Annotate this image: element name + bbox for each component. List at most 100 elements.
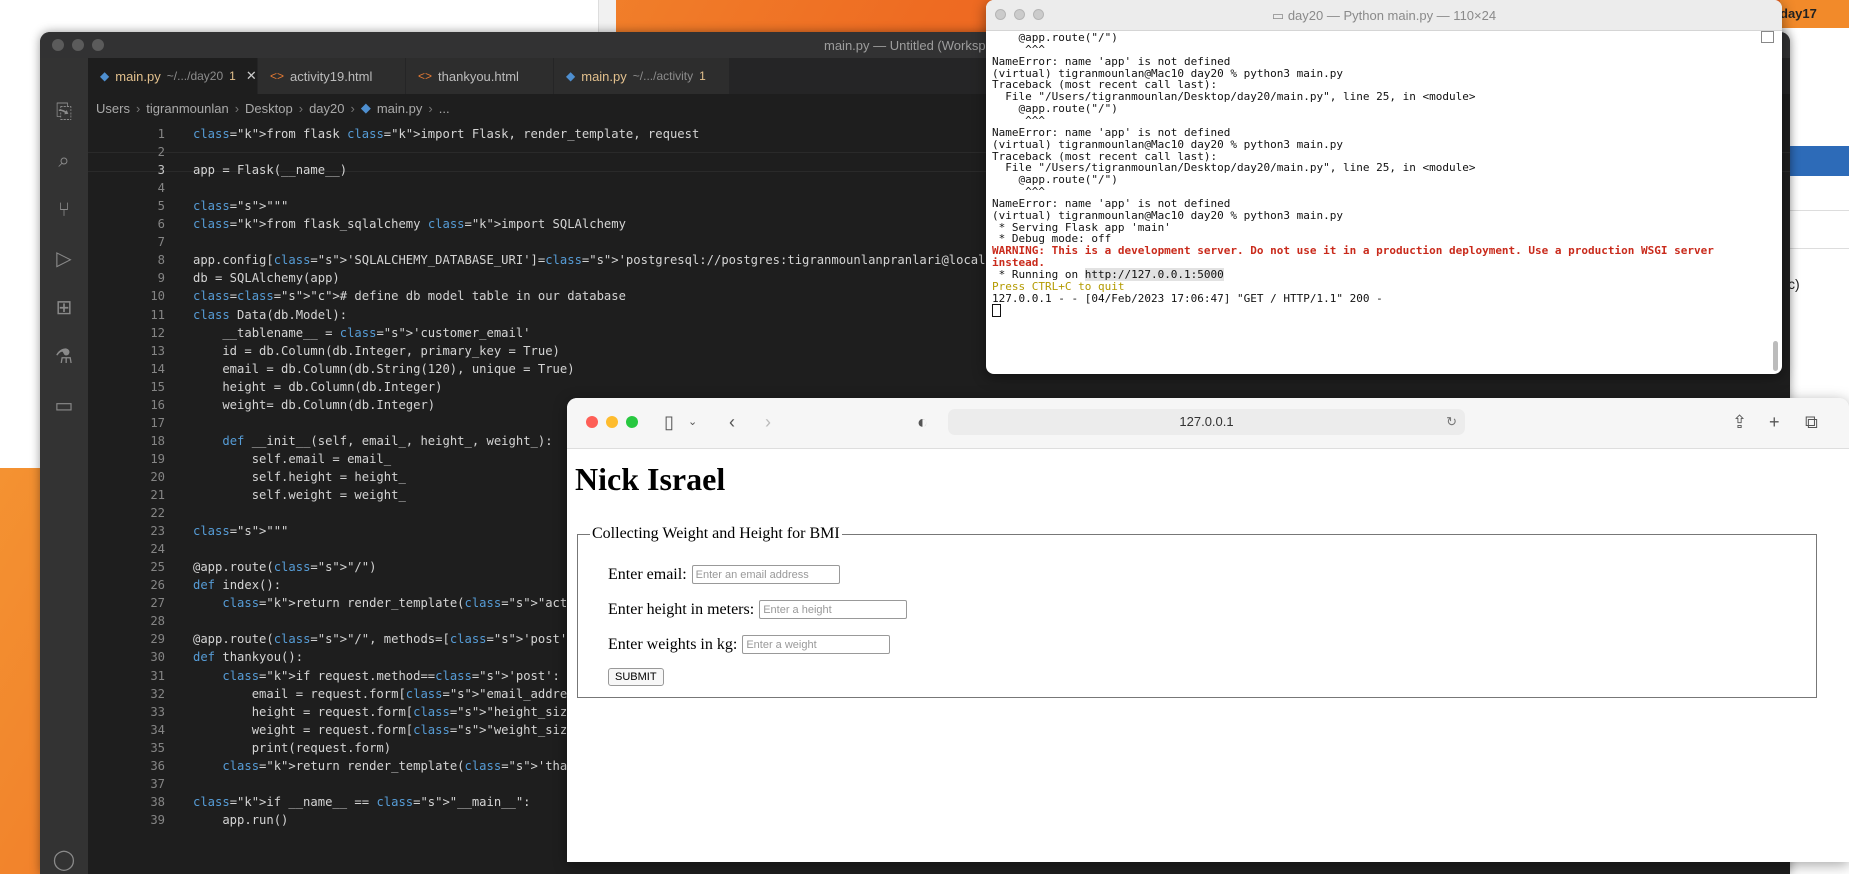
tab-main-py-activity[interactable]: ◆ main.py ~/.../activity 1 (554, 58, 730, 94)
line-number: 21 (150, 488, 165, 502)
explorer-icon[interactable]: ⎘ (52, 100, 76, 124)
close-window-button[interactable] (52, 39, 64, 51)
height-input[interactable] (759, 600, 908, 619)
code-line: email = request.form[class="s">"email_ad… (193, 686, 597, 701)
tab-label: thankyou.html (438, 68, 519, 84)
python-file-icon: ◆ (566, 69, 576, 83)
code-line: id = db.Column(db.Integer, primary_key =… (193, 343, 560, 358)
submit-button[interactable]: SUBMIT (608, 668, 664, 686)
page-title: Nick Israel (575, 461, 726, 497)
terminal-window: ▭ day20 — Python main.py — 110×24 @app.r… (986, 0, 1782, 374)
code-line: weight = request.form[class="s">"weight_… (193, 722, 590, 737)
line-number: 32 (150, 686, 165, 701)
breadcrumb-item[interactable]: ... (439, 101, 450, 116)
line-number: 27 (150, 596, 165, 611)
code-line: self.weight = weight_ (193, 488, 406, 502)
weight-label: Enter weights in kg: (608, 635, 738, 653)
testing-icon[interactable]: ⚗ (52, 345, 76, 369)
minimize-window-button[interactable] (606, 416, 618, 428)
terminal-title-text: day20 — Python main.py — 110×24 (1287, 8, 1497, 23)
code-line: app = Flask(__name__) (193, 163, 348, 178)
remote-explorer-icon[interactable]: ▭ (52, 394, 76, 418)
code-line: __tablename__ = class="s">'customer_emai… (193, 325, 531, 340)
chevron-down-icon[interactable]: ⌄ (688, 411, 697, 433)
sidebar-icon[interactable]: ▯ (664, 411, 674, 433)
line-number: 11 (150, 307, 165, 322)
divider (1780, 210, 1849, 211)
search-icon[interactable]: ⌕ (52, 149, 76, 173)
line-number: 24 (150, 542, 165, 557)
extensions-icon[interactable]: ⊞ (52, 296, 76, 320)
tab-thankyou-html[interactable]: <> thankyou.html (406, 58, 554, 94)
zoom-window-button[interactable] (92, 39, 104, 51)
line-number: 36 (150, 758, 165, 773)
breadcrumb-item[interactable]: tigranmounlan (146, 101, 228, 116)
forward-icon[interactable]: › (765, 411, 771, 433)
breadcrumb: Users › tigranmounlan › Desktop › day20 › ◆ … (96, 98, 450, 118)
web-page: Nick Israel Collecting Weight and Height… (567, 449, 1849, 862)
terminal-line: 127.0.0.1 - - [04/Feb/2023 17:06:47] "GE… (992, 292, 1383, 305)
line-number: 38 (150, 794, 165, 809)
tab-path: ~/.../day20 (166, 69, 224, 83)
line-number: 18 (150, 433, 165, 448)
source-control-icon[interactable]: ⑂ (52, 198, 76, 222)
minimize-window-button[interactable] (72, 39, 84, 51)
terminal-scrollbar[interactable] (1770, 36, 1780, 374)
run-debug-icon[interactable]: ▷ (52, 247, 76, 271)
tab-label: main.py (581, 68, 627, 84)
close-tab-icon[interactable]: ✕ (246, 68, 257, 84)
address-bar[interactable]: 127.0.0.1 ↻ (948, 409, 1465, 435)
back-icon[interactable]: ‹ (729, 411, 735, 433)
folder-icon: ▭ (1271, 8, 1288, 23)
zoom-window-button[interactable] (626, 416, 638, 428)
line-number: 35 (150, 740, 165, 755)
line-number: 33 (150, 704, 165, 719)
line-number: 4 (157, 181, 165, 196)
line-number: 17 (150, 415, 165, 430)
tab-label: activity19.html (290, 68, 373, 84)
breadcrumb-item[interactable]: day20 (309, 101, 344, 116)
code-line: app.run() (193, 812, 289, 827)
line-number: 7 (157, 235, 165, 250)
weight-input[interactable] (742, 635, 891, 654)
privacy-shield-icon[interactable]: ◐ (917, 411, 928, 433)
close-window-button[interactable] (586, 416, 598, 428)
new-tab-icon[interactable]: + (1769, 411, 1780, 433)
blue-banner (1790, 146, 1849, 176)
code-line: @app.route(class="s">"/", methods=[class… (193, 632, 582, 647)
line-number: 8 (157, 253, 165, 268)
reload-icon[interactable]: ↻ (1446, 409, 1457, 435)
chevron-right-icon: › (234, 100, 240, 116)
height-row: Enter height in meters: (608, 600, 908, 619)
html-file-icon: <> (270, 69, 285, 83)
terminal-line-text: 127.0.0.1 - - [04/Feb/2023 17:06:47] "GE… (992, 291, 1383, 305)
tab-overview-icon[interactable]: ⧉ (1805, 411, 1818, 433)
chevron-right-icon: › (298, 100, 304, 116)
code-line: class=class="s">"c"># define db model ta… (193, 289, 626, 304)
line-number: 30 (150, 650, 165, 665)
python-file-icon: ◆ (100, 69, 110, 83)
line-number: 28 (150, 614, 165, 629)
form-legend: Collecting Weight and Height for BMI (590, 525, 842, 543)
account-icon[interactable]: ◯ (52, 848, 76, 872)
breadcrumb-item[interactable]: Users (96, 101, 130, 116)
tab-label: main.py (115, 68, 161, 84)
tab-main-py-day20[interactable]: ◆ main.py ~/.../day20 1 ✕ (88, 58, 258, 94)
email-input[interactable] (691, 565, 840, 584)
code-line: class="s">""" (193, 524, 289, 539)
breadcrumb-item[interactable]: Desktop (245, 101, 293, 116)
terminal-output[interactable]: @app.route("/") ^^^ NameError: name 'app'… (986, 30, 1782, 374)
share-icon[interactable]: ⇪ (1732, 411, 1747, 433)
line-number: 19 (150, 451, 165, 466)
safari-window: ▯ ⌄ ‹ › ◐ 127.0.0.1 ↻ ⇪ + ⧉ Nick Israel … (567, 398, 1849, 862)
line-number: 39 (150, 812, 165, 827)
line-number: 2 (157, 145, 165, 160)
bmi-form: Collecting Weight and Height for BMI Ent… (577, 525, 1817, 698)
code-line: app.config[class="s">'SQLALCHEMY_DATABAS… (193, 253, 1067, 268)
python-file-icon: ◆ (360, 100, 371, 115)
tab-activity19-html[interactable]: <> activity19.html (258, 58, 406, 94)
scrollbar-thumb[interactable] (1773, 341, 1778, 371)
breadcrumb-item[interactable]: main.py (377, 101, 423, 116)
email-label: Enter email: (608, 565, 687, 583)
line-number: 26 (150, 578, 165, 593)
